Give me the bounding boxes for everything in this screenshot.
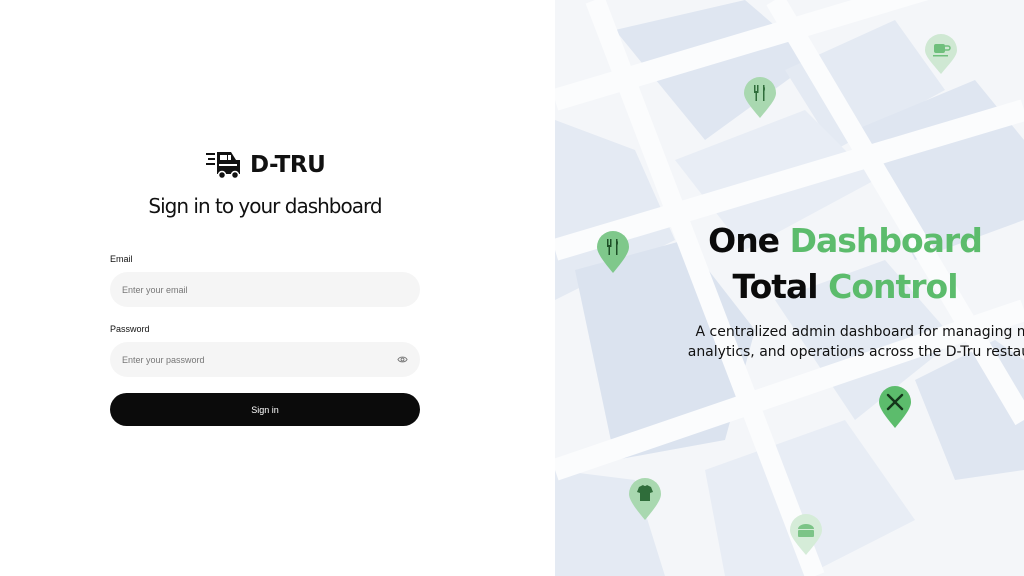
map-pin-coffee [925, 34, 957, 74]
page-title: Sign in to your dashboard [148, 194, 382, 218]
truck-logo-icon [206, 152, 240, 180]
brand-name: D-TRU [250, 152, 326, 178]
hero-description-line2: analytics, and operations across the D-T… [687, 344, 1024, 360]
hero-description-line1: A centralized admin dashboard for managi… [695, 324, 1024, 340]
email-label: Email [110, 254, 133, 264]
hero-word-dashboard: Dashboard [789, 221, 983, 260]
eye-icon[interactable] [397, 354, 408, 365]
hero-description: A centralized admin dashboard for managi… [627, 322, 1024, 362]
hero-title-line2: Total Control [690, 264, 1000, 309]
hero-word-total: Total [732, 267, 818, 306]
password-input[interactable] [122, 354, 397, 365]
signin-panel: D-TRU Sign in to your dashboard Email Pa… [0, 0, 555, 576]
login-page: D-TRU Sign in to your dashboard Email Pa… [0, 0, 1024, 576]
map-pin-restaurant-2 [597, 231, 629, 273]
password-label: Password [110, 324, 150, 334]
hero-title-line1: One Dashboard [690, 218, 1000, 263]
map-pin-tools [879, 386, 911, 428]
email-input[interactable] [122, 284, 408, 295]
hero-panel: One Dashboard Total Control A centralize… [555, 0, 1024, 576]
map-pin-restaurant-1 [744, 77, 776, 118]
brand: D-TRU [206, 150, 326, 180]
hero-word-control: Control [828, 267, 958, 306]
map-pin-shop [790, 514, 822, 555]
sign-in-button[interactable]: Sign in [110, 393, 420, 426]
password-field-wrapper [110, 342, 420, 377]
email-field-wrapper [110, 272, 420, 307]
shop-icon [798, 524, 814, 537]
hero-word-one: One [708, 221, 780, 260]
map-pin-shirt [629, 478, 661, 520]
